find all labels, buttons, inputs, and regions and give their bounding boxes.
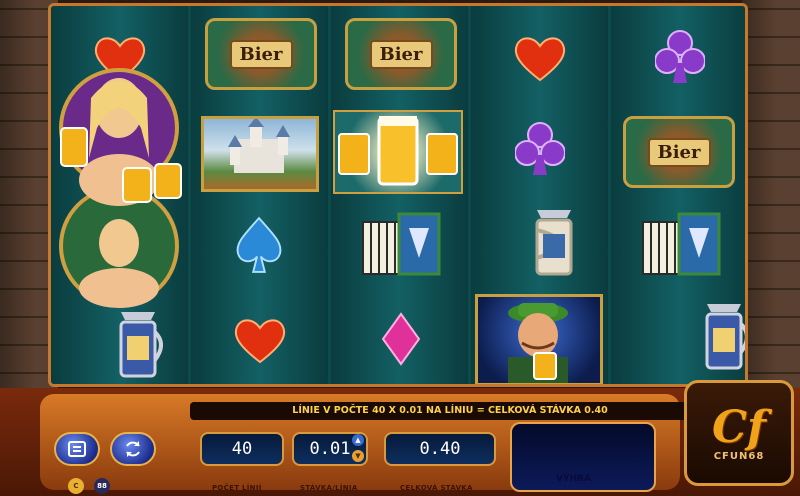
logo-mark: Cf (712, 401, 766, 453)
spade-symbol (234, 216, 284, 273)
reel-5: Bier (611, 6, 745, 384)
stone-wall-right (742, 0, 800, 400)
autoplay-icon (126, 441, 140, 457)
club-symbol (515, 122, 565, 175)
bet-info-line: LÍNIE V POČTE 40 X 0.01 NA LÍNIU = CELKO… (190, 402, 710, 420)
bier-sign: Bier (369, 39, 433, 69)
bier-barrel-symbol: Bier (205, 18, 317, 90)
bavarian-man-symbol (475, 294, 603, 384)
autoplay-button[interactable] (110, 432, 156, 466)
heart-symbol (513, 34, 567, 82)
lines-value[interactable]: 40 (200, 432, 284, 466)
settings-button[interactable]: 88 (94, 478, 110, 494)
arrow-up-icon: ▲ (355, 436, 361, 444)
site-logo: Cf CFUN68 (684, 380, 794, 486)
arrow-down-icon: ▼ (355, 452, 361, 460)
accordion-symbol (637, 208, 725, 284)
beer-stein-symbol (111, 308, 163, 380)
diamond-symbol (381, 312, 421, 366)
lines-label: POČET LÍNIÍ (212, 484, 262, 492)
waitress-wild-symbol (51, 68, 187, 308)
paytable-icon (68, 441, 86, 457)
bier-sign: Bier (229, 39, 293, 69)
reel-3: Bier (331, 6, 468, 384)
bier-sign: Bier (647, 137, 711, 167)
castle-symbol (201, 116, 319, 192)
reel-4 (471, 6, 608, 384)
beer-stein-symbol (527, 206, 579, 278)
control-panel: LÍNIE V POČTE 40 X 0.01 NA LÍNIU = CELKO… (0, 388, 800, 496)
bet-down-button[interactable]: ▼ (352, 450, 364, 462)
club-symbol (655, 30, 705, 83)
bet-up-button[interactable]: ▲ (352, 434, 364, 446)
bier-barrel-symbol: Bier (623, 116, 735, 188)
bier-barrel-symbol: Bier (345, 18, 457, 90)
bet-per-line-label: STÁVKA/LÍNIA (300, 484, 358, 492)
currency-button[interactable]: C (68, 478, 84, 494)
logo-text: CFUN68 (713, 450, 765, 462)
total-bet-label: CELKOVÁ STÁVKA (400, 484, 473, 492)
accordion-symbol (357, 208, 445, 284)
reel-2: Bier (191, 6, 328, 384)
paytable-button[interactable] (54, 432, 100, 466)
win-label: VÝHRA (556, 474, 591, 484)
reels-area: Bier Bier Bier (48, 3, 748, 387)
reel-1 (51, 6, 188, 384)
beer-mugs-symbol (333, 110, 463, 194)
total-bet-value: 0.40 (384, 432, 496, 466)
heart-symbol (233, 316, 287, 364)
beer-stein-symbol (697, 300, 745, 372)
